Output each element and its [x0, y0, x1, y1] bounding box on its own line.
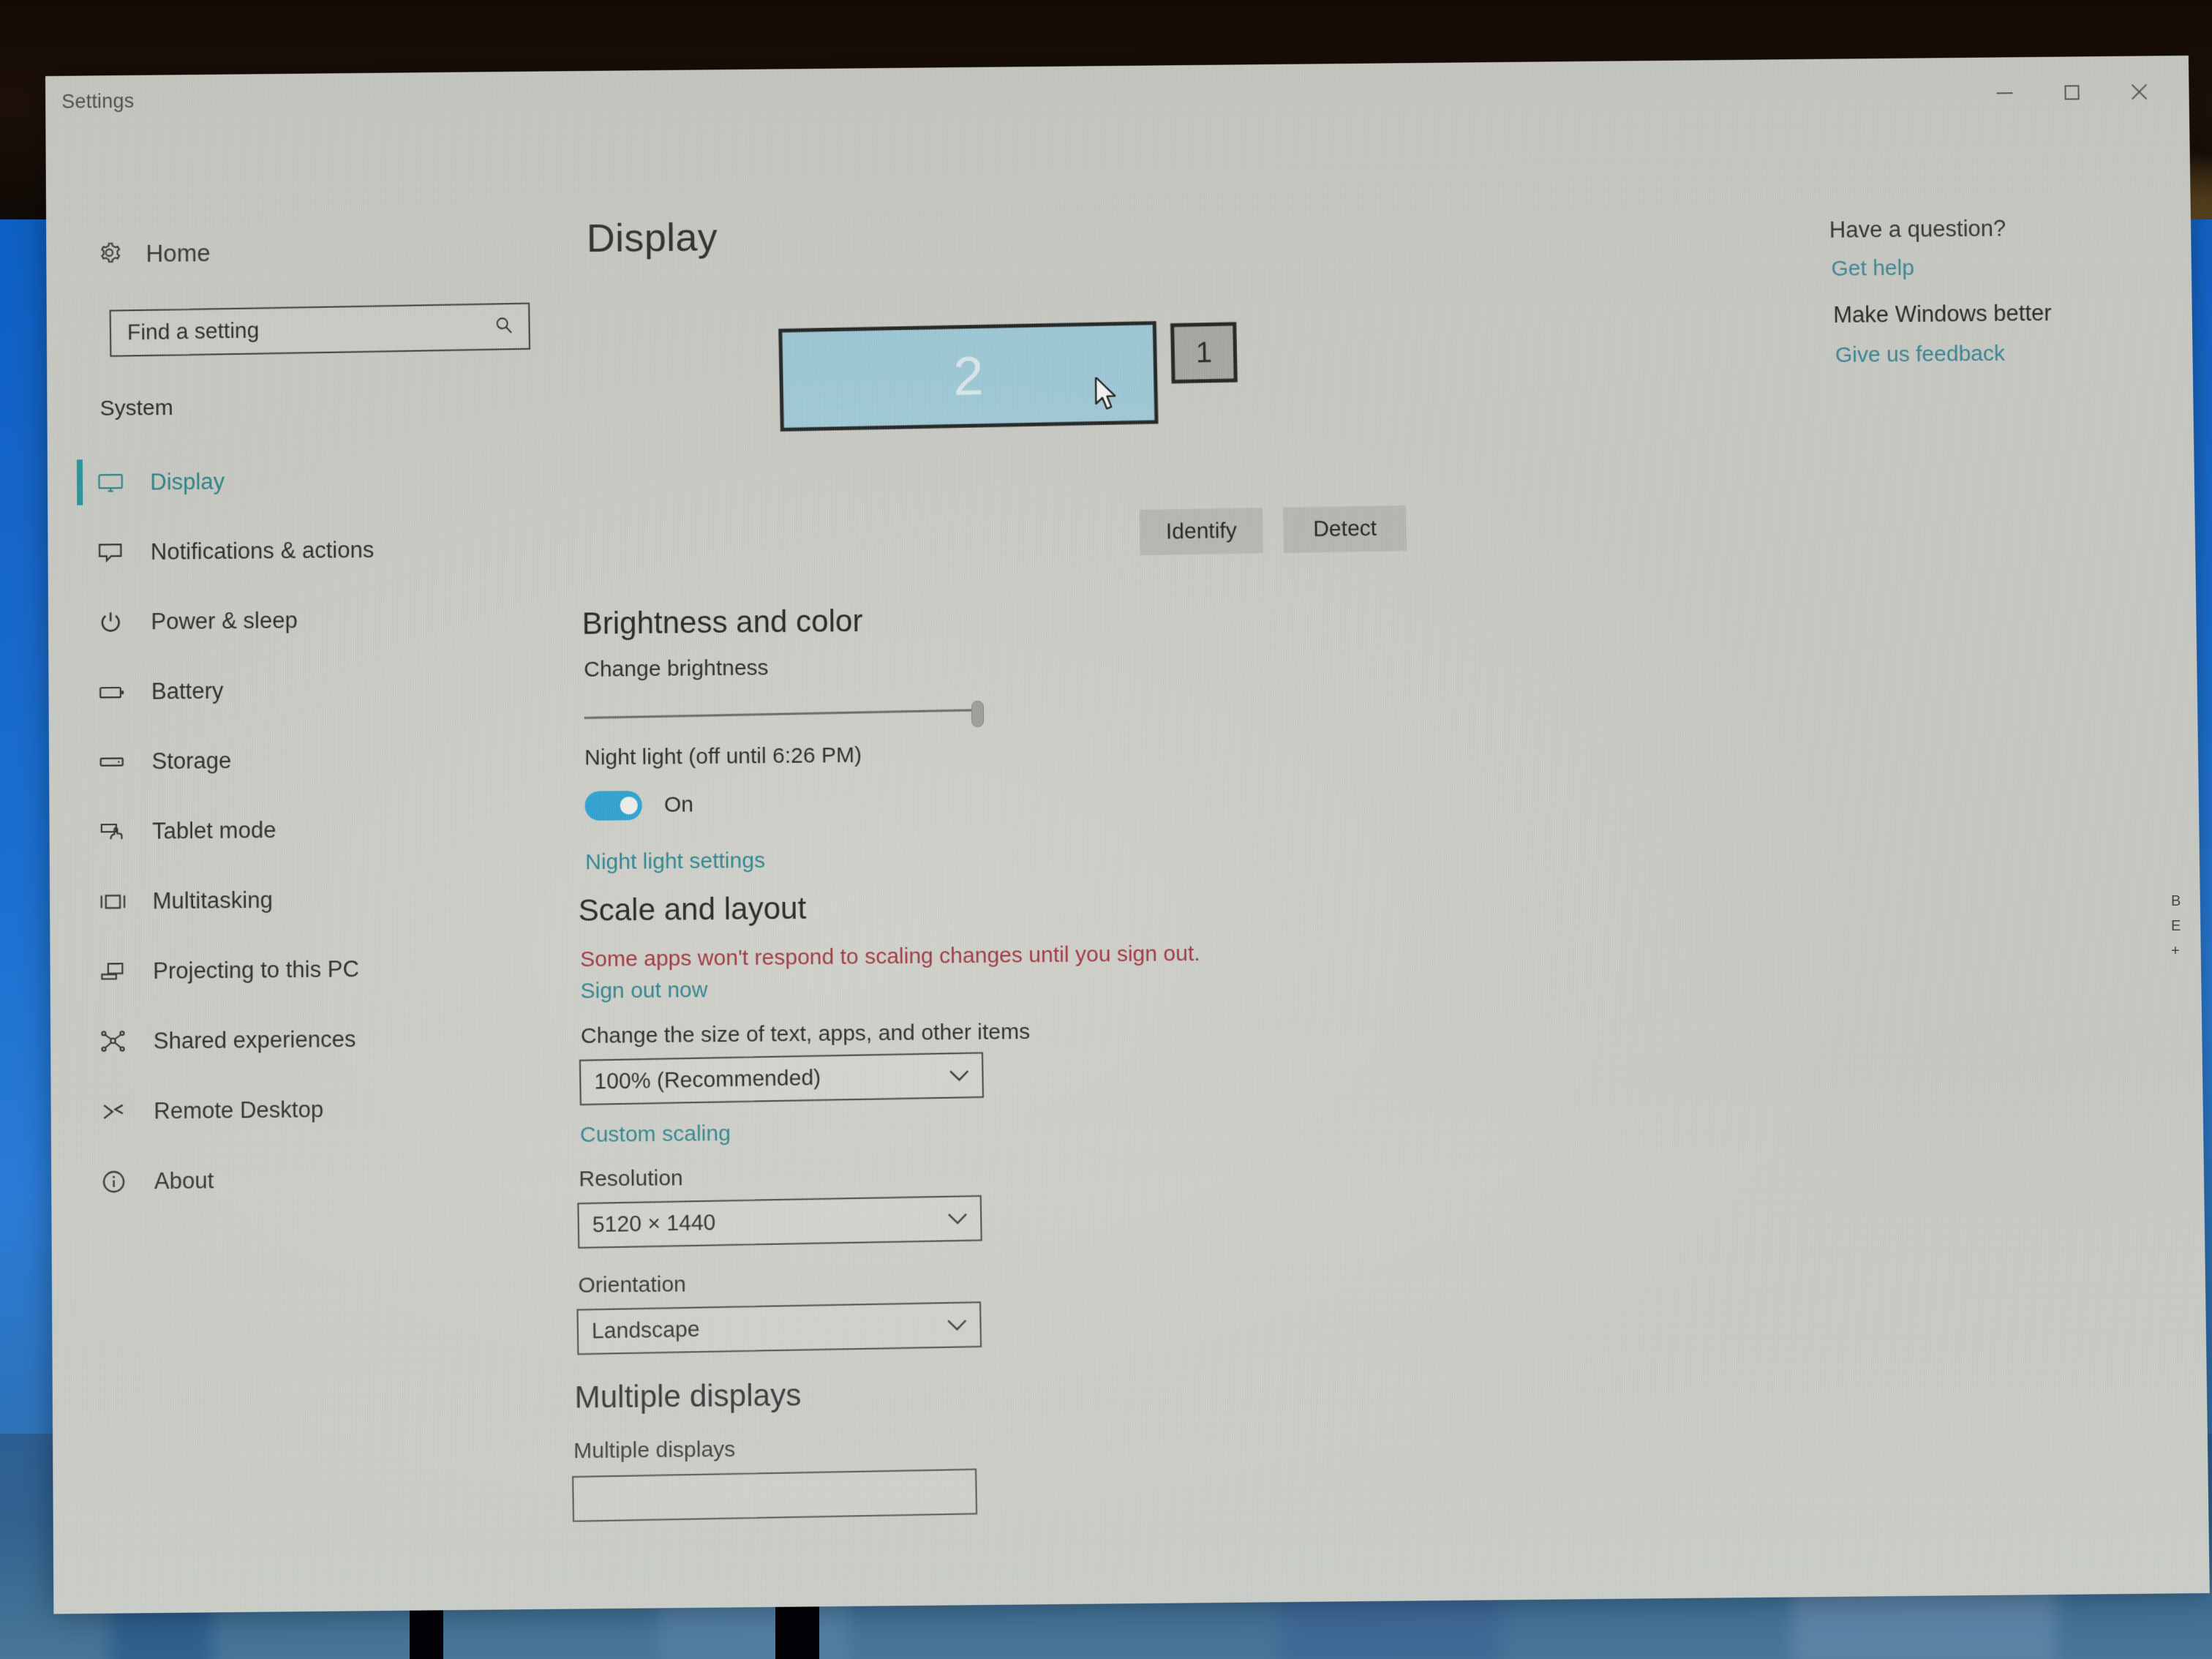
night-light-toggle-row: On	[584, 790, 693, 821]
edge-partial-line-1: B	[2171, 893, 2181, 909]
app-title: Settings	[61, 89, 135, 113]
info-circle-icon	[101, 1169, 142, 1195]
orientation-dropdown[interactable]: Landscape	[576, 1301, 982, 1355]
sidebar-item-tablet-mode[interactable]: Tablet mode	[49, 792, 556, 867]
sidebar-item-remote-desktop[interactable]: Remote Desktop	[50, 1072, 557, 1147]
have-a-question-heading: Have a question?	[1829, 215, 2006, 243]
sidebar-item-display[interactable]: Display	[48, 443, 554, 518]
scale-size-label: Change the size of text, apps, and other…	[580, 1019, 1031, 1049]
scaling-warning-text: Some apps won't respond to scaling chang…	[579, 941, 1200, 972]
sidebar-item-label: Projecting to this PC	[153, 955, 360, 984]
brightness-section-heading: Brightness and color	[582, 603, 863, 641]
brightness-slider-thumb[interactable]	[971, 700, 985, 728]
change-brightness-label: Change brightness	[584, 655, 769, 682]
sidebar-item-multitasking[interactable]: Multitasking	[50, 862, 557, 937]
display-monitor-1-label: 1	[1195, 336, 1213, 369]
detect-button[interactable]: Detect	[1282, 505, 1407, 553]
chevron-down-icon	[948, 1069, 970, 1083]
sidebar-item-label: Display	[150, 468, 225, 495]
night-light-state-label: On	[663, 792, 694, 817]
display-action-buttons: Identify Detect	[1139, 505, 1407, 556]
search-placeholder: Find a setting	[127, 318, 260, 345]
battery-icon	[99, 683, 140, 700]
resolution-label: Resolution	[579, 1166, 683, 1192]
display-arrangement: 2 1	[552, 301, 1813, 481]
sidebar-item-projecting-to-this-pc[interactable]: Projecting to this PC	[50, 932, 557, 1007]
edge-partial-line-3: +	[2171, 943, 2180, 959]
sidebar-item-shared-experiences[interactable]: Shared experiences	[50, 1002, 557, 1077]
sidebar-item-label: Multitasking	[152, 887, 273, 914]
share-nodes-icon	[100, 1030, 141, 1053]
brightness-slider-track	[584, 709, 984, 720]
make-windows-better-heading: Make Windows better	[1833, 300, 2052, 328]
night-light-toggle[interactable]	[584, 790, 642, 821]
give-us-feedback-link[interactable]: Give us feedback	[1835, 342, 2005, 368]
power-icon	[98, 609, 139, 635]
orientation-label: Orientation	[578, 1272, 686, 1298]
sidebar-item-power-sleep[interactable]: Power & sleep	[48, 583, 554, 658]
multiple-displays-label: Multiple displays	[573, 1437, 736, 1464]
tablet-hand-icon	[99, 820, 140, 843]
sidebar-home-label: Home	[146, 239, 211, 267]
toggle-knob	[620, 797, 638, 815]
maximize-button[interactable]	[2038, 69, 2106, 116]
night-light-label: Night light (off until 6:26 PM)	[584, 742, 862, 770]
scale-dropdown[interactable]: 100% (Recommended)	[579, 1052, 985, 1106]
mouse-pointer-icon	[1094, 377, 1119, 409]
sign-out-now-link[interactable]: Sign out now	[580, 978, 707, 1004]
multitask-icon	[99, 892, 140, 911]
page-title: Display	[586, 215, 718, 261]
window-controls	[1971, 69, 2173, 116]
sidebar-item-label: Notifications & actions	[150, 536, 375, 565]
sidebar-item-label: About	[154, 1167, 214, 1194]
sidebar-nav-list: Display Notifications & actions Power & …	[48, 443, 559, 1217]
get-help-link[interactable]: Get help	[1831, 256, 1914, 282]
monitor-icon	[97, 471, 138, 494]
orientation-dropdown-value: Landscape	[591, 1317, 700, 1344]
drive-icon	[99, 755, 140, 769]
scale-section-heading: Scale and layout	[578, 890, 807, 928]
sidebar-item-battery[interactable]: Battery	[48, 652, 554, 727]
settings-window: Settings Home Find a setting System Disp…	[45, 55, 2210, 1614]
sidebar-item-label: Tablet mode	[151, 816, 276, 844]
multiple-displays-dropdown-value	[587, 1491, 964, 1498]
sidebar-item-label: Power & sleep	[151, 606, 298, 634]
multiple-displays-heading: Multiple displays	[574, 1377, 802, 1415]
search-input[interactable]: Find a setting	[109, 302, 531, 357]
sidebar-item-label: Battery	[151, 677, 224, 704]
multiple-displays-dropdown[interactable]	[572, 1468, 978, 1522]
display-monitor-1[interactable]: 1	[1170, 322, 1238, 384]
sidebar-item-storage[interactable]: Storage	[49, 723, 555, 797]
scale-dropdown-value: 100% (Recommended)	[594, 1065, 821, 1094]
sidebar-item-label: Storage	[151, 747, 232, 774]
resolution-dropdown-value: 5120 × 1440	[592, 1210, 716, 1238]
photo-scene: B E + Settings Home Find a setting Syste…	[0, 0, 2212, 1659]
display-monitor-2[interactable]: 2	[778, 321, 1159, 432]
edge-partial-line-2: E	[2171, 918, 2181, 934]
project-screen-icon	[100, 960, 141, 982]
remote-desktop-icon	[101, 1101, 142, 1122]
edge-partial-text: B E +	[2171, 889, 2211, 963]
close-button[interactable]	[2105, 69, 2173, 115]
brightness-slider[interactable]	[584, 698, 985, 731]
speech-bubble-icon	[98, 541, 139, 563]
minimize-button[interactable]	[1971, 70, 2039, 116]
custom-scaling-link[interactable]: Custom scaling	[580, 1121, 731, 1148]
identify-button[interactable]: Identify	[1139, 508, 1263, 556]
sidebar-item-home[interactable]: Home	[96, 233, 211, 275]
night-light-settings-link[interactable]: Night light settings	[585, 849, 765, 876]
chevron-down-icon	[946, 1318, 968, 1332]
main-content: Display 2 1 Identify Detect Brightness a…	[551, 147, 1827, 1609]
gear-icon	[96, 239, 122, 269]
search-icon	[493, 315, 514, 339]
resolution-dropdown[interactable]: 5120 × 1440	[577, 1195, 982, 1249]
chevron-down-icon	[947, 1212, 968, 1226]
sidebar-item-label: Remote Desktop	[154, 1096, 324, 1124]
sidebar-item-about[interactable]: About	[51, 1142, 559, 1216]
sidebar-item-label: Shared experiences	[153, 1026, 356, 1054]
sidebar: Home Find a setting System Display Notif…	[46, 159, 562, 1614]
display-monitor-2-label: 2	[952, 345, 985, 407]
sidebar-item-notifications-actions[interactable]: Notifications & actions	[48, 513, 554, 587]
sidebar-group-label: System	[99, 395, 173, 421]
